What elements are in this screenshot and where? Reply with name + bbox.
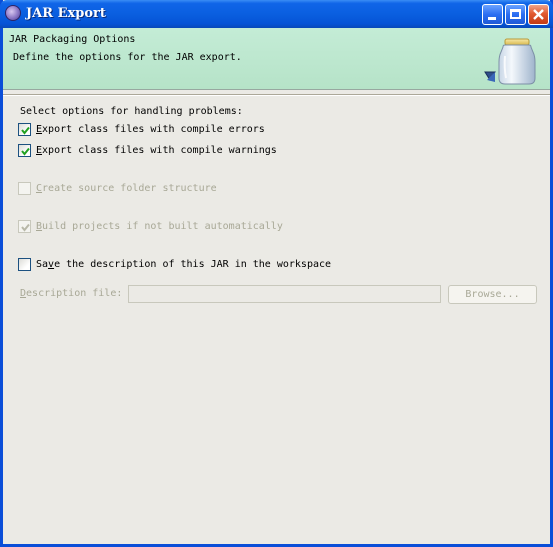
build-projects-checkbox [18,220,31,233]
description-file-label: Description file: [20,288,123,299]
banner-divider [3,94,550,96]
jar-icon [484,38,536,85]
banner-title: JAR Packaging Options [9,34,136,45]
check-icon [21,223,30,232]
source-folder-label: Create source folder structure [36,183,217,194]
compile-errors-label: Export class files with compile errors [36,124,265,135]
browse-button: Browse... [448,285,537,304]
save-description-label: Save the description of this JAR in the … [36,259,332,270]
check-icon [21,147,30,156]
compile-errors-checkbox[interactable] [18,123,31,136]
check-icon [21,126,30,135]
problems-section-label: Select options for handling problems: [20,106,243,117]
maximize-icon [510,9,521,19]
title-bar[interactable]: JAR Export [0,0,553,28]
window-title: JAR Export [26,6,106,21]
maximize-button[interactable] [505,4,526,25]
banner-description: Define the options for the JAR export. [13,52,242,63]
close-icon [533,9,544,20]
close-button[interactable] [528,4,549,25]
minimize-icon [488,17,496,20]
wizard-banner: JAR Packaging Options Define the options… [3,28,550,90]
build-projects-label: Build projects if not built automaticall… [36,221,283,232]
compile-warnings-label: Export class files with compile warnings [36,145,277,156]
source-folder-checkbox [18,182,31,195]
compile-warnings-checkbox[interactable] [18,144,31,157]
minimize-button[interactable] [482,4,503,25]
save-description-checkbox[interactable] [18,258,31,271]
eclipse-icon [5,5,21,21]
jar-export-window: JAR Export JAR Packaging Options Define … [0,0,553,547]
description-file-input [128,285,441,303]
